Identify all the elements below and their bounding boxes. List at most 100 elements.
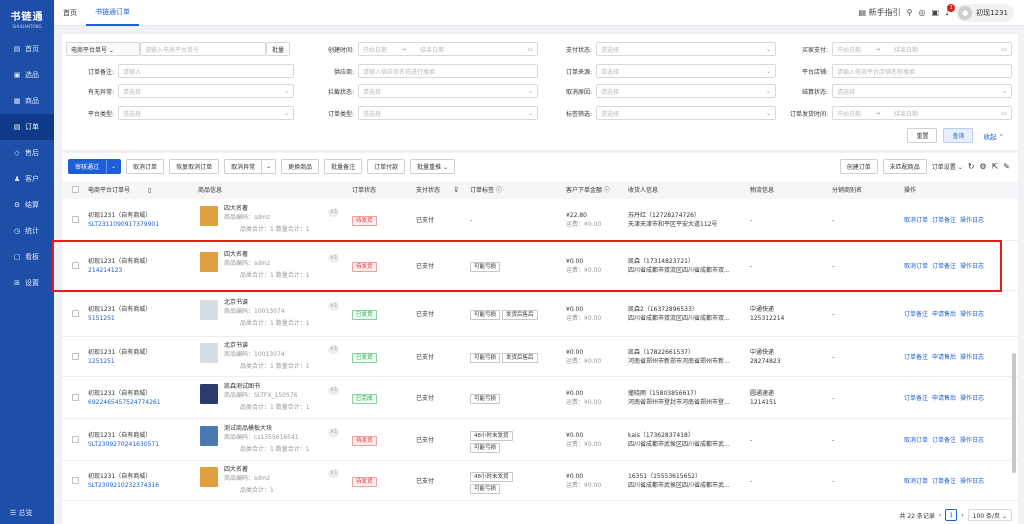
row-action-link[interactable]: 订单备注 [932,263,956,270]
sidebar-item-7[interactable]: ◷ 统计 [0,218,54,244]
change-goods-button[interactable]: 更换商品 [281,158,320,174]
page-number[interactable]: 1 [945,509,958,521]
batch-remark-button[interactable]: 批量备注 [324,158,363,174]
refresh-icon[interactable]: ↻ [968,162,975,171]
filter-icon[interactable]: ⊽ [454,186,458,195]
platform-type-select[interactable]: 请选择 ⌄ [118,106,294,120]
table-row[interactable]: 初现1231（自有商城） 1251251 北京书谱 商品编码：10013074 ×1 品类… [62,337,1018,377]
remark-input[interactable]: 请输入 [118,64,294,78]
cancel-abnormal-dropdown[interactable]: ⌄ [262,158,277,174]
row-checkbox[interactable] [72,394,79,401]
approve-button[interactable]: 审核通过 [68,158,107,174]
sidebar-footer-overview[interactable]: ☰ 总览 [0,502,54,524]
row-action-link[interactable]: 操作日志 [960,437,984,444]
row-action-link[interactable]: 取消订单 [904,437,928,444]
row-action-link[interactable]: 操作日志 [960,217,984,224]
row-action-link[interactable]: 操作日志 [960,311,984,318]
page-size-select[interactable]: 100 条/页 ⌄ [967,509,1012,521]
tag-filter-select[interactable]: 请选择 ⌄ [596,106,776,120]
row-checkbox[interactable] [72,262,79,269]
create-order-button[interactable]: 创建订单 [839,158,878,174]
row-action-link[interactable]: 订单备注 [932,437,956,444]
ship-time-range[interactable]: 开始日期 → 结束日期 ▭ [832,106,1012,120]
pay-status-select[interactable]: 请选择 ⌄ [596,42,776,56]
user-menu[interactable]: ● 初现1231 [956,3,1014,22]
row-action-link[interactable]: 取消订单 [904,478,928,485]
row-action-link[interactable]: 操作日志 [960,395,984,402]
sidebar-item-6[interactable]: ⚙ 结算 [0,192,54,218]
batch-button[interactable]: 批量 [266,42,291,56]
row-action-link[interactable]: 操作日志 [960,263,984,270]
sidebar-item-9[interactable]: ⊞ 设置 [0,270,54,296]
table-row[interactable]: 初现1231（自有商城） SLT2309270241630571 测试商品模板大块商… [62,419,1018,461]
sidebar-item-8[interactable]: ▢ 看板 [0,244,54,270]
table-row[interactable]: 初现1231（自有商城） SLT2309210232374316 四大名著 商品编码：… [62,461,1018,501]
order-settings-dropdown[interactable]: 订单设置 ⌄ [932,162,963,171]
supplier-input[interactable]: 请输入供应商名称进行搜索 [358,64,538,78]
order-number-link[interactable]: SLT2311090917379901 [88,220,159,229]
select-all-checkbox[interactable] [72,186,79,193]
row-checkbox[interactable] [72,353,79,360]
row-action-link[interactable]: 操作日志 [960,354,984,361]
order-pay-button[interactable]: 订单付款 [367,158,406,174]
order-number-link[interactable]: 5151251 [88,314,115,323]
row-action-link[interactable]: 申请售后 [932,395,956,402]
restore-cancel-button[interactable]: 恢复取消订单 [169,158,220,174]
prev-page-button[interactable]: ‹ [939,512,941,519]
next-page-button[interactable]: › [961,512,963,519]
sidebar-item-5[interactable]: ♟ 客户 [0,166,54,192]
sidebar-item-2[interactable]: ▦ 商品 [0,88,54,114]
guide-link[interactable]: ▤ 新手指引 [859,7,901,18]
platform-order-input[interactable]: 请输入电商平台单号 [140,42,266,56]
row-action-link[interactable]: 申请售后 [932,311,956,318]
vertical-scrollbar[interactable] [1012,353,1016,473]
row-action-link[interactable]: 订单备注 [932,217,956,224]
row-checkbox[interactable] [72,477,79,484]
sidebar-item-0[interactable]: ▤ 首页 [0,36,54,62]
batch-repush-button[interactable]: 批量重推 ⌄ [410,158,456,174]
row-action-link[interactable]: 订单备注 [932,478,956,485]
row-action-link[interactable]: 订单备注 [904,395,928,402]
order-number-link[interactable]: SLT2309210232374316 [88,481,159,490]
query-button[interactable]: 查询 [943,128,974,143]
create-time-range[interactable]: 开始日期 → 结束日期 ▭ [358,42,538,56]
cancel-order-button[interactable]: 取消订单 [126,158,165,174]
collapse-link[interactable]: 收起 ⌃ [983,131,1004,141]
row-action-link[interactable]: 取消订单 [904,263,928,270]
row-action-link[interactable]: 申请售后 [932,354,956,361]
order-number-link[interactable]: 214214123 [88,266,122,275]
headset-icon[interactable]: ◎ [919,8,926,17]
source-select[interactable]: 请选择 ⌄ [596,64,776,78]
copy-icon[interactable]: ▯ [148,186,151,195]
notification-icon[interactable]: ♪ 1 [945,4,956,17]
gear-icon[interactable]: ⚙ [979,162,986,171]
calendar-icon[interactable]: ▣ [932,8,940,17]
tab-orders[interactable]: 书链通订单 [86,0,139,26]
order-type-select[interactable]: 请选择 ⌄ [358,106,538,120]
platform-shop-input[interactable]: 请输入电商平台店铺名称搜索 [832,64,1012,78]
buyer-pay-range[interactable]: 开始日期 → 结束日期 ▭ [832,42,1012,56]
order-number-link[interactable]: 6922465457524774261 [88,398,161,407]
edit-icon[interactable]: ✎ [1003,162,1010,171]
row-action-link[interactable]: 订单备注 [904,354,928,361]
row-checkbox[interactable] [72,310,79,317]
table-row[interactable]: 初现1231（自有商城） 5151251 北京书谱 商品编码：10013074 ×1 品类… [62,291,1018,337]
reset-button[interactable]: 重置 [907,128,938,143]
row-action-link[interactable]: 订单备注 [904,311,928,318]
table-row[interactable]: 初现1231（自有商城） 214214123 四大名著 商品编码：sdmz ×1 品类合计… [62,241,1018,291]
sidebar-item-1[interactable]: ▣ 选品 [0,62,54,88]
tab-home[interactable]: 首页 [54,0,86,26]
sidebar-item-3[interactable]: ▤ 订单 [0,114,54,140]
intercept-select[interactable]: 请选择 ⌄ [358,84,538,98]
order-number-link[interactable]: SLT2309270241630571 [88,440,159,449]
bell-icon[interactable]: ⚲ [907,8,913,17]
unmatched-goods-button[interactable]: 未匹配商品 [882,158,927,174]
table-row[interactable]: 初现1231（自有商城） 6922465457524774261 凯森测试图书 商品编… [62,377,1018,419]
abnormal-select[interactable]: 请选择 ⌄ [118,84,294,98]
settle-select[interactable]: 请选择 ⌄ [832,84,1012,98]
sidebar-item-4[interactable]: ◇ 售后 [0,140,54,166]
approve-dropdown-button[interactable]: ⌄ [106,158,122,174]
table-row[interactable]: 初现1231（自有商城） SLT2311090917379901 四大名著 商品编码：… [62,199,1018,241]
row-action-link[interactable]: 操作日志 [960,478,984,485]
row-action-link[interactable]: 取消订单 [904,217,928,224]
